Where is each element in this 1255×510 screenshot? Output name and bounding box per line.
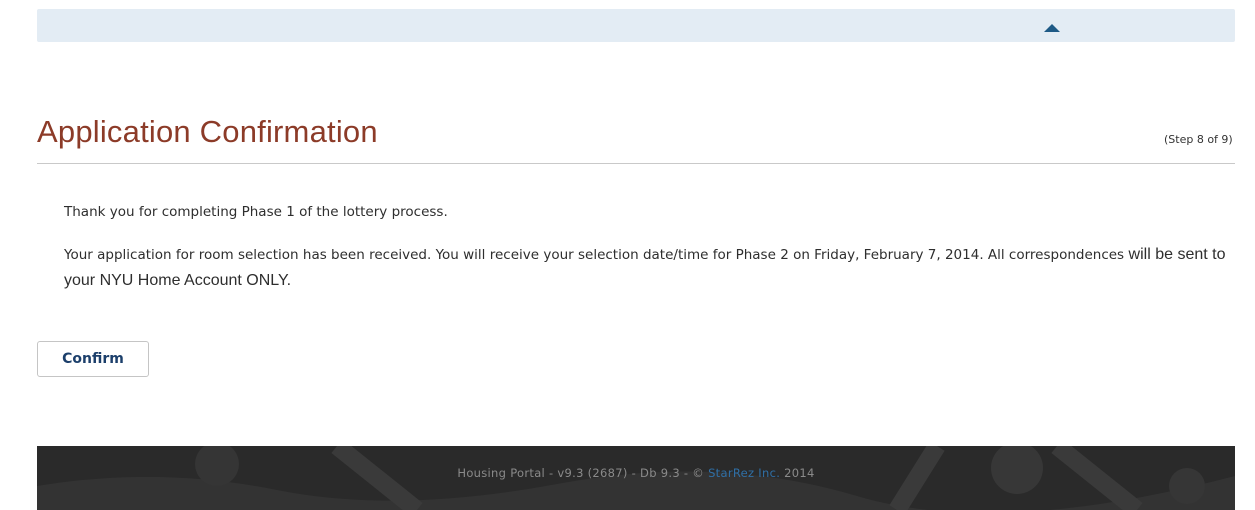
footer-version: Housing Portal - v9.3 (2687) - Db 9.3 - … <box>457 466 709 480</box>
confirmation-message: Your application for room selection has … <box>64 242 1234 294</box>
starrez-link[interactable]: StarRez Inc. <box>708 466 780 480</box>
page-title: Application Confirmation <box>37 114 378 149</box>
caret-up-icon[interactable] <box>1044 24 1060 32</box>
footer-year: 2014 <box>780 466 815 480</box>
footer: Housing Portal - v9.3 (2687) - Db 9.3 - … <box>37 446 1235 510</box>
thank-you-message: Thank you for completing Phase 1 of the … <box>64 204 448 220</box>
confirmation-message-part1: Your application for room selection has … <box>64 247 1125 263</box>
title-divider <box>37 163 1235 164</box>
footer-text: Housing Portal - v9.3 (2687) - Db 9.3 - … <box>37 466 1235 480</box>
step-indicator: (Step 8 of 9) <box>1164 133 1233 146</box>
confirm-button[interactable]: Confirm <box>37 341 149 377</box>
